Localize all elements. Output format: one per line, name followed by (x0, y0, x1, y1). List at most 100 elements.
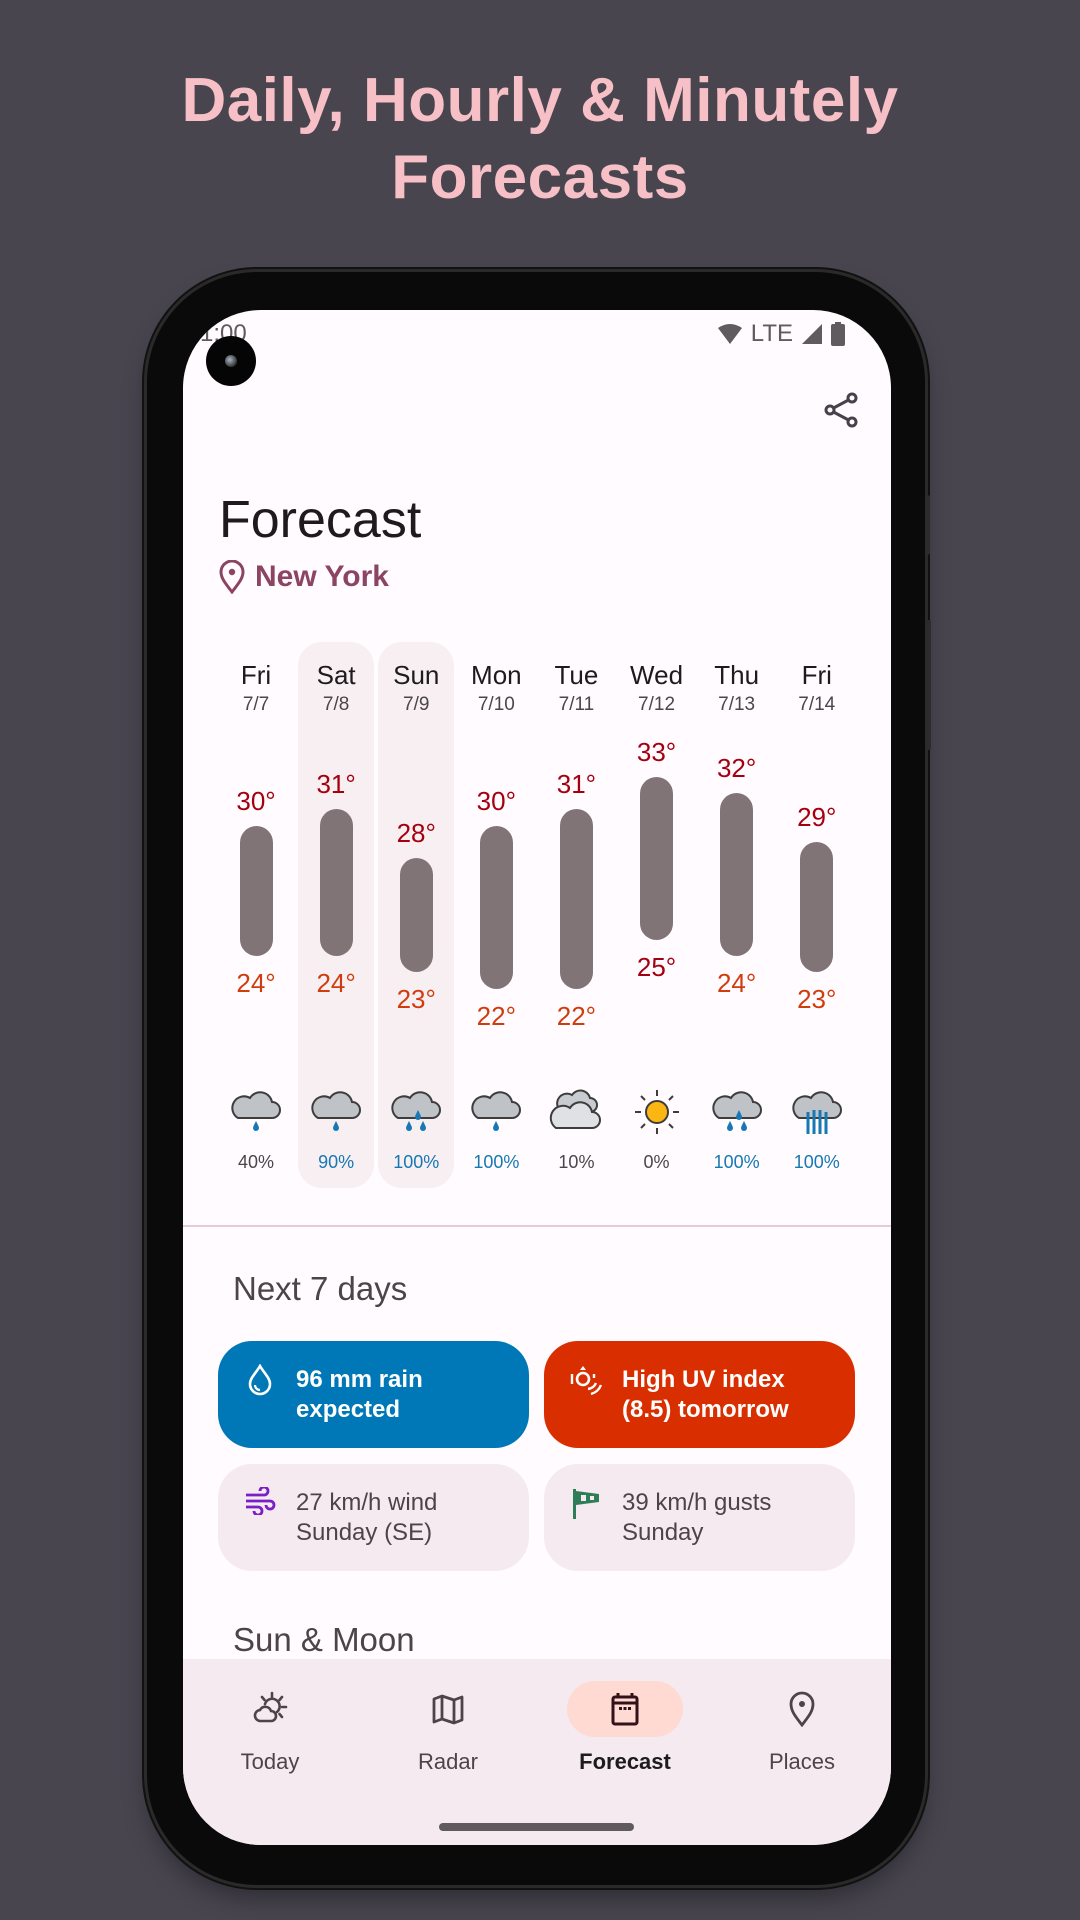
low-temp: 22° (556, 1000, 597, 1031)
battery-icon (831, 322, 845, 346)
high-temp: 32° (716, 753, 757, 784)
high-temp: 33° (636, 737, 677, 767)
gusts-summary-card[interactable]: 39 km/h gusts Sunday (544, 1464, 855, 1571)
calendar-icon (611, 1693, 639, 1726)
wind-card-line2: Sunday (SE) (296, 1518, 433, 1546)
nav-label-forecast: Forecast (579, 1749, 671, 1774)
day-date: 7/11 (558, 694, 595, 715)
nav-item-forecast[interactable]: Forecast (550, 1659, 700, 1789)
low-temp: 25° (636, 952, 677, 982)
precip-chance: 0% (643, 1152, 670, 1172)
cloudy-icon (550, 1089, 602, 1129)
bottom-navigation: Today Radar Forecast Places (183, 1659, 891, 1845)
network-type: LTE (750, 320, 793, 347)
sun-moon-heading: Sun & Moon (233, 1621, 415, 1658)
location-pin-icon (219, 560, 245, 594)
day-name: Sat (316, 660, 356, 690)
rain-moderate-icon (712, 1091, 762, 1131)
nav-item-today[interactable]: Today (195, 1659, 345, 1789)
section-divider (183, 1225, 891, 1227)
status-bar-icons: LTE (717, 320, 845, 348)
temperature-range-bar (479, 825, 513, 989)
temperature-range-bar (800, 841, 834, 973)
day-name: Thu (714, 660, 760, 690)
day-date: 7/9 (403, 694, 430, 715)
wind-card-line1: 27 km/h wind (296, 1488, 438, 1516)
day-name: Fri (240, 660, 272, 690)
precip-chance: 40% (238, 1152, 275, 1172)
precip-chance: 90% (318, 1152, 355, 1172)
rain-light-icon (311, 1091, 362, 1131)
precip-chance: 100% (393, 1152, 440, 1172)
rain-card-line2: expected (296, 1395, 401, 1423)
nav-label-radar: Radar (418, 1749, 478, 1774)
next-7-days-heading: Next 7 days (233, 1270, 408, 1307)
high-temp: 30° (476, 785, 516, 816)
precip-chance: 100% (473, 1152, 520, 1172)
low-temp: 24° (316, 968, 356, 999)
location-pin-icon (789, 1691, 815, 1727)
uv-card-line1: High UV index (622, 1365, 785, 1393)
nav-item-places[interactable]: Places (727, 1659, 877, 1789)
rain-heavy-icon (792, 1091, 842, 1134)
day-name: Tue (554, 660, 599, 690)
wind-icon (246, 1486, 276, 1515)
temperature-range-bar (720, 793, 754, 957)
power-button (925, 495, 930, 555)
temperature-range-bar (399, 858, 433, 973)
day-date: 7/8 (322, 694, 350, 715)
gusts-card-line1: 39 km/h gusts (622, 1488, 772, 1516)
windsock-icon (573, 1488, 599, 1519)
temperature-range-bar (319, 809, 353, 957)
low-temp: 23° (396, 984, 436, 1015)
wifi-icon (717, 324, 742, 344)
temperature-range-bar (640, 777, 674, 940)
app-screen: 1:00 LTE Forecast New York Fri 7/7 30° 24° 4… (183, 310, 891, 1845)
promo-line-2: Forecasts (391, 143, 689, 212)
uv-card-line2: (8.5) tomorrow (622, 1395, 789, 1423)
promo-line-1: Daily, Hourly & Minutely (181, 66, 899, 135)
day-name: Fri (801, 660, 832, 690)
high-temp: 28° (396, 818, 436, 848)
temperature-range-bar (559, 809, 593, 989)
day-name: Sun (393, 660, 440, 690)
day-name: Mon (471, 660, 522, 690)
wind-summary-card[interactable]: 27 km/h wind Sunday (SE) (218, 1464, 529, 1571)
home-indicator[interactable] (439, 1823, 634, 1831)
high-temp: 31° (316, 769, 356, 800)
rain-moderate-icon (391, 1091, 442, 1131)
high-temp: 29° (797, 801, 837, 832)
gusts-card-line2: Sunday (622, 1518, 704, 1546)
day-date: 7/7 (242, 694, 270, 715)
rain-card-line1: 96 mm rain (296, 1365, 423, 1393)
rain-summary-card[interactable]: 96 mm rain expected (218, 1341, 529, 1448)
precip-chance: 100% (713, 1152, 760, 1172)
water-drop-icon (248, 1363, 272, 1395)
high-temp: 30° (236, 785, 276, 816)
day-name: Wed (630, 660, 684, 690)
temperature-range-bar (239, 825, 273, 957)
low-temp: 24° (236, 968, 276, 999)
high-temp: 31° (556, 769, 597, 800)
share-icon[interactable] (823, 392, 859, 428)
uv-index-icon (570, 1365, 603, 1395)
volume-button (927, 620, 931, 750)
day-date: 7/13 (718, 694, 756, 715)
precip-chance: 10% (558, 1152, 595, 1172)
rain-light-icon (231, 1091, 281, 1131)
day-date: 7/10 (477, 694, 515, 715)
promo-headline: Daily, Hourly & Minutely Forecasts (0, 62, 1080, 216)
front-camera (206, 336, 256, 386)
page-title: Forecast (219, 491, 422, 549)
low-temp: 23° (797, 984, 837, 1015)
day-date: 7/12 (638, 694, 676, 715)
day-date: 7/14 (798, 694, 836, 715)
location-name: New York (255, 560, 389, 593)
nav-label-places: Places (768, 1749, 836, 1774)
uv-summary-card[interactable]: High UV index (8.5) tomorrow (544, 1341, 855, 1448)
precip-chance: 100% (793, 1152, 840, 1172)
low-temp: 22° (476, 1000, 516, 1031)
location-selector[interactable]: New York (219, 560, 389, 594)
nav-item-radar[interactable]: Radar (373, 1659, 523, 1789)
partly-sunny-icon (253, 1691, 288, 1723)
